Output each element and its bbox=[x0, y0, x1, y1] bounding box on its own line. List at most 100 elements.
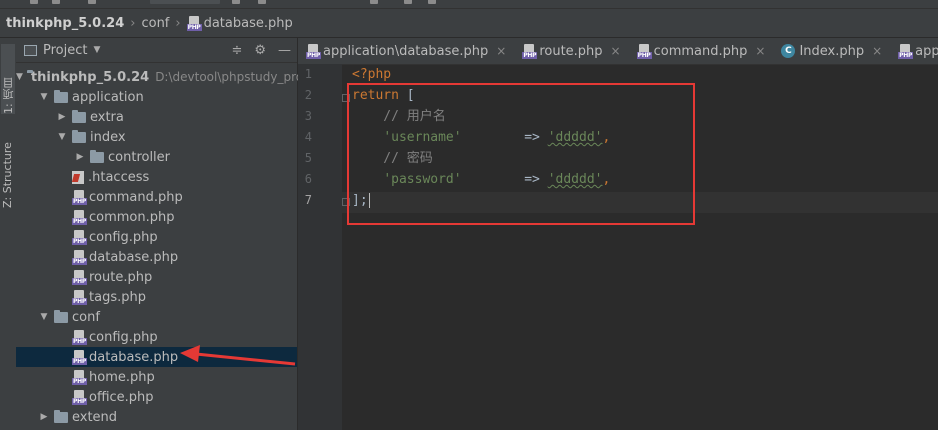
project-tool-tab[interactable]: 1: 项目 bbox=[1, 44, 15, 114]
tree-file[interactable]: .htaccess bbox=[16, 167, 297, 187]
left-tool-window-bar: 1: 项目 Z: Structure bbox=[0, 38, 17, 430]
line-number: 5 bbox=[304, 151, 312, 165]
tree-item-label: tags.php bbox=[89, 289, 146, 305]
editor-tab[interactable]: PHP command.php × bbox=[629, 38, 774, 64]
tree-item-label: .htaccess bbox=[88, 169, 150, 185]
line-number: 6 bbox=[304, 172, 312, 186]
panel-tools: ≑ ⚙ — bbox=[231, 38, 291, 62]
editor-tab[interactable]: PHP application\database.php × bbox=[298, 38, 514, 64]
tree-item-label: application bbox=[72, 89, 144, 105]
folder-icon bbox=[54, 89, 68, 103]
debug-icon[interactable] bbox=[258, 0, 266, 4]
project-panel-title[interactable]: Project bbox=[43, 43, 87, 58]
chevron-down-icon[interactable]: ▼ bbox=[93, 45, 100, 55]
line-number: 4 bbox=[304, 130, 312, 144]
gear-icon[interactable]: ⚙ bbox=[254, 43, 266, 58]
collapse-all-icon[interactable]: ≑ bbox=[231, 43, 242, 58]
php-file-icon: PHP bbox=[72, 290, 87, 305]
build-icon[interactable] bbox=[370, 0, 378, 4]
tree-folder[interactable]: ▼ conf bbox=[16, 307, 297, 327]
run-config-select[interactable] bbox=[150, 0, 220, 4]
editor-tab-label: Index.php bbox=[799, 43, 865, 59]
chevron-down-icon[interactable]: ▼ bbox=[38, 312, 50, 322]
annotation-arrow-icon bbox=[180, 345, 296, 366]
php-file-icon: PHP bbox=[306, 44, 321, 59]
tree-item-label: common.php bbox=[89, 209, 175, 225]
breadcrumb-folder[interactable]: conf bbox=[141, 16, 169, 31]
tree-folder[interactable]: ▼ index bbox=[16, 127, 297, 147]
window-icon[interactable] bbox=[404, 0, 412, 4]
line-number: 2 bbox=[304, 88, 312, 102]
tree-item-label: database.php bbox=[89, 249, 179, 265]
tree-folder[interactable]: ▶ extra bbox=[16, 107, 297, 127]
chevron-right-icon[interactable]: ▶ bbox=[38, 412, 50, 422]
navigation-bar: thinkphp_5.0.24 › conf › PHP database.ph… bbox=[0, 9, 938, 38]
chevron-right-icon[interactable]: ▶ bbox=[56, 112, 68, 122]
php-file-icon: PHP bbox=[898, 44, 914, 59]
editor-tab-label: route.php bbox=[539, 43, 603, 59]
tree-item-label: home.php bbox=[89, 369, 155, 385]
close-icon[interactable]: × bbox=[496, 44, 506, 58]
tree-folder[interactable]: ▼ application bbox=[16, 87, 297, 107]
save-icon[interactable] bbox=[30, 0, 38, 4]
close-icon[interactable]: × bbox=[611, 44, 621, 58]
chevron-right-icon: › bbox=[130, 15, 136, 31]
chevron-down-icon[interactable]: ▼ bbox=[38, 92, 50, 102]
chevron-down-icon[interactable]: ▼ bbox=[16, 72, 23, 82]
folder-icon bbox=[54, 309, 68, 323]
folder-icon bbox=[72, 109, 86, 123]
class-icon: C bbox=[781, 44, 796, 58]
tree-item-label: index bbox=[90, 129, 126, 145]
editor-tab-label: application bbox=[915, 43, 938, 59]
chevron-right-icon[interactable]: ▶ bbox=[74, 152, 86, 162]
chevron-right-icon: › bbox=[175, 15, 181, 31]
php-file-icon: PHP bbox=[72, 250, 87, 265]
tree-item-label: conf bbox=[72, 309, 100, 325]
tree-file[interactable]: PHP config.php bbox=[16, 227, 297, 247]
php-file-icon: PHP bbox=[72, 370, 87, 385]
breadcrumb-file-label: database.php bbox=[203, 15, 293, 31]
php-file-icon: PHP bbox=[636, 44, 652, 59]
hide-panel-icon[interactable]: — bbox=[278, 43, 291, 58]
tree-file[interactable]: PHP database.php bbox=[16, 247, 297, 267]
run-icon[interactable] bbox=[232, 0, 240, 4]
folder-icon bbox=[90, 149, 104, 163]
line-number: 7 bbox=[304, 193, 312, 207]
php-file-icon: PHP bbox=[72, 210, 87, 225]
folder-icon bbox=[54, 409, 68, 423]
tree-item-label: extra bbox=[90, 109, 124, 125]
tree-file[interactable]: PHP office.php bbox=[16, 387, 297, 407]
annotation-highlight-box bbox=[347, 83, 695, 225]
tree-file[interactable]: PHP common.php bbox=[16, 207, 297, 227]
search-icon[interactable] bbox=[428, 0, 436, 4]
breadcrumb-file[interactable]: PHP database.php bbox=[186, 15, 293, 31]
tree-folder[interactable]: ▶ controller bbox=[16, 147, 297, 167]
editor-tab[interactable]: PHPapplication bbox=[890, 38, 938, 64]
line-number: 3 bbox=[304, 109, 312, 123]
tree-file[interactable]: PHP route.php bbox=[16, 267, 297, 287]
tree-file[interactable]: PHP tags.php bbox=[16, 287, 297, 307]
tree-file[interactable]: PHP command.php bbox=[16, 187, 297, 207]
php-file-icon: PHP bbox=[72, 350, 87, 365]
tree-folder[interactable]: ▶ extend bbox=[16, 407, 297, 427]
editor-tab[interactable]: C Index.php × bbox=[773, 38, 890, 64]
chevron-down-icon[interactable]: ▼ bbox=[56, 132, 68, 142]
php-file-icon: PHP bbox=[522, 44, 538, 59]
code-line-1: <?php bbox=[352, 67, 392, 82]
close-icon[interactable]: × bbox=[872, 44, 882, 58]
htaccess-file-icon bbox=[72, 170, 84, 184]
refresh-icon[interactable] bbox=[52, 0, 60, 4]
php-file-icon: PHP bbox=[72, 390, 87, 405]
close-icon[interactable]: × bbox=[755, 44, 765, 58]
breadcrumb-project[interactable]: thinkphp_5.0.24 bbox=[6, 16, 124, 31]
structure-tool-tab[interactable]: Z: Structure bbox=[1, 118, 15, 208]
tree-folder[interactable]: ▼ thinkphp_5.0.24 D:\devtool\phpstudy_pro bbox=[16, 67, 303, 87]
php-file-icon: PHP bbox=[186, 16, 202, 31]
back-icon[interactable] bbox=[88, 0, 96, 4]
editor-tabs: PHP application\database.php × PHP route.php… bbox=[298, 38, 938, 65]
folder-icon bbox=[72, 129, 86, 143]
php-file-icon: PHP bbox=[72, 230, 87, 245]
editor-tab[interactable]: PHP route.php × bbox=[514, 38, 628, 64]
tree-item-path: D:\devtool\phpstudy_pro bbox=[155, 70, 304, 84]
php-file-icon: PHP bbox=[72, 330, 87, 345]
